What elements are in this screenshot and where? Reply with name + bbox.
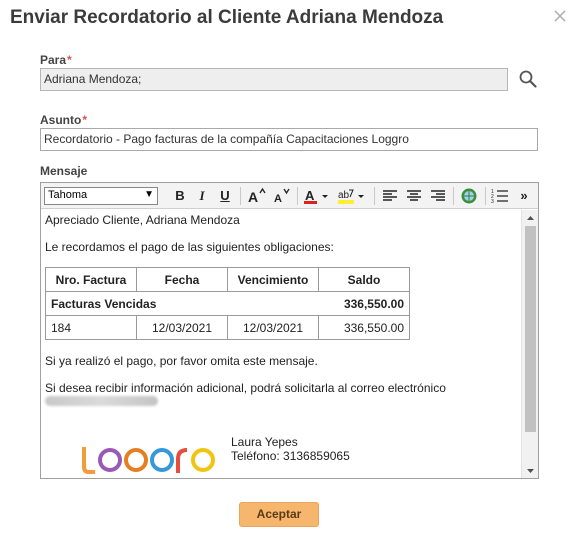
required-mark: * [82,113,87,127]
font-size-increase-icon[interactable]: A [246,187,266,205]
required-mark: * [67,53,72,67]
align-right-icon[interactable] [429,187,447,205]
toolbar-divider [453,187,454,205]
column-header: Saldo [318,267,410,292]
column-header: Nro. Factura [45,267,137,292]
mensaje-label: Mensaje [40,164,88,178]
font-select[interactable]: Tahoma ▼ [44,187,158,205]
italic-button[interactable]: I [193,187,211,205]
redacted-email [45,396,158,406]
toolbar-divider [374,187,375,205]
group-total: 336,550.00 [318,291,410,316]
editor-scrollbar[interactable] [521,210,538,478]
toolbar-divider [297,187,298,205]
table-group-row: Facturas Vencidas 336,550.00 [45,291,410,316]
message-editor[interactable]: Tahoma ▼ B I U A A A ab 1 2 3 » Apreciad… [40,182,539,479]
blurred-email [45,395,517,409]
scroll-down-icon[interactable] [526,466,535,475]
signature-block: Laura Yepes Teléfono: 3136859065 [45,435,517,478]
invoice-table: Nro. Factura Fecha Vencimiento Saldo Fac… [45,267,410,340]
font-size-decrease-icon[interactable]: A [271,187,291,205]
numbered-list-icon[interactable]: 1 2 3 [491,187,509,205]
asunto-field[interactable]: Recordatorio - Pago facturas de la compa… [40,128,538,151]
bold-button[interactable]: B [171,187,189,205]
invoice-due-date: 12/03/2021 [227,315,319,340]
underline-button[interactable]: U [216,187,234,205]
more-options-button[interactable]: » [515,187,533,205]
signature-phone: Teléfono: 3136859065 [231,449,350,463]
info-note: Si desea recibir información adicional, … [45,381,446,395]
highlight-color-icon[interactable]: ab [337,187,367,205]
search-icon[interactable] [518,69,538,89]
chevron-down-icon: ▼ [144,189,154,200]
asunto-label-text: Asunto [40,113,82,127]
font-color-icon[interactable]: A [303,187,331,205]
svg-text:3: 3 [491,199,494,205]
dialog-title: Enviar Recordatorio al Cliente Adriana M… [10,7,444,28]
column-header: Vencimiento [227,267,319,292]
invoice-date: 12/03/2021 [136,315,228,340]
scroll-thumb[interactable] [525,226,536,432]
insert-link-icon[interactable] [459,187,479,205]
toolbar-divider [240,187,241,205]
svg-text:A: A [248,189,258,205]
signature-name: Laura Yepes [231,435,298,449]
invoice-balance: 336,550.00 [318,315,410,340]
font-select-value: Tahoma [48,189,88,201]
para-label: Para* [40,53,72,67]
align-left-icon[interactable] [381,187,399,205]
table-row: 184 12/03/2021 12/03/2021 336,550.00 [45,315,410,340]
svg-text:A: A [305,188,315,203]
loggro-logo [82,447,215,474]
svg-text:ab: ab [338,190,350,201]
para-label-text: Para [40,53,67,67]
column-header: Fecha [136,267,228,292]
table-header-row: Nro. Factura Fecha Vencimiento Saldo [45,267,410,292]
close-icon[interactable] [552,8,568,24]
editor-content[interactable]: Apreciado Cliente, Adriana Mendoza Le re… [41,210,521,478]
greeting-text: Apreciado Cliente, Adriana Mendoza [45,213,240,227]
asunto-label: Asunto* [40,113,87,127]
accept-button[interactable]: Aceptar [239,502,319,527]
scroll-up-icon[interactable] [526,214,535,223]
svg-text:A: A [274,193,282,205]
invoice-number: 184 [45,315,137,340]
intro-text: Le recordamos el pago de las siguientes … [45,240,334,254]
align-center-icon[interactable] [405,187,423,205]
group-label: Facturas Vencidas [45,291,319,316]
para-field[interactable]: Adriana Mendoza; [40,68,508,91]
editor-toolbar: Tahoma ▼ B I U A A A ab 1 2 3 » [41,183,538,209]
paid-note: Si ya realizó el pago, por favor omita e… [45,354,318,368]
toolbar-divider [485,187,486,205]
